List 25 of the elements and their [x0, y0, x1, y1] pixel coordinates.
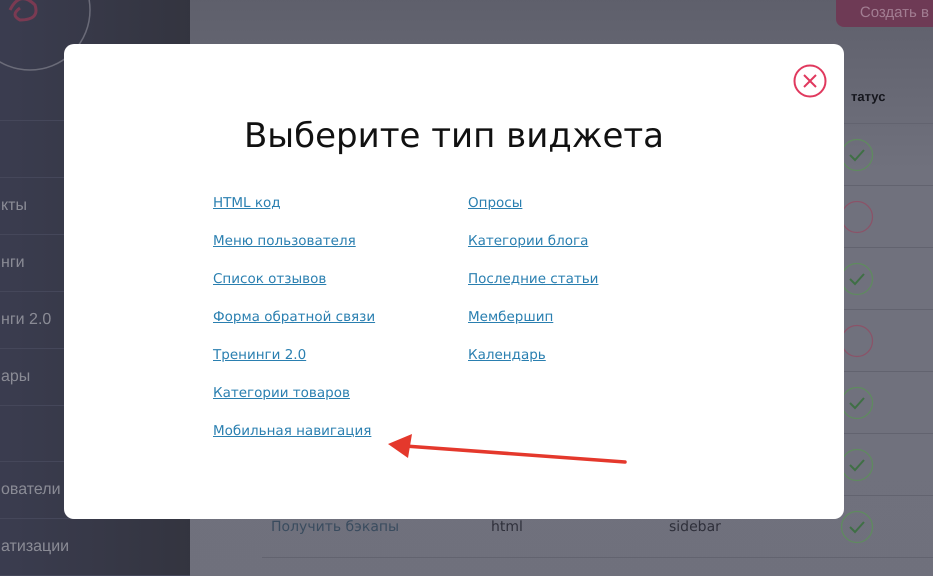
sidebar-item[interactable]: ователи: [1, 481, 61, 500]
widget-type-link[interactable]: Календарь: [468, 346, 546, 365]
sidebar-item[interactable]: нги: [1, 254, 25, 272]
dialog-title: Выберите тип виджета: [244, 116, 664, 156]
close-button[interactable]: [793, 64, 827, 98]
widget-type-link[interactable]: HTML код: [213, 194, 281, 213]
widget-type-link[interactable]: Мобильная навигация: [213, 422, 372, 441]
widget-type-link[interactable]: Список отзывов: [213, 270, 326, 289]
table-cell: sidebar: [669, 518, 721, 534]
widget-type-link[interactable]: Мембершип: [468, 308, 554, 327]
create-button[interactable]: Создать в: [836, 0, 933, 27]
table-cell: html: [491, 518, 523, 534]
sidebar-item[interactable]: кты: [1, 197, 28, 216]
widget-type-link[interactable]: Категории товаров: [213, 384, 350, 403]
sidebar-item[interactable]: ары: [1, 368, 30, 386]
widget-type-link[interactable]: Последние статьи: [468, 270, 598, 289]
sidebar-item[interactable]: атизации: [1, 538, 70, 556]
widget-type-link[interactable]: Опросы: [468, 194, 522, 213]
sidebar-item[interactable]: нги 2.0: [1, 310, 52, 329]
table-cell: Получить бэкапы: [271, 518, 400, 534]
column-header: татус: [851, 89, 886, 104]
widget-type-link[interactable]: Форма обратной связи: [213, 308, 376, 327]
widget-type-link[interactable]: Тренинги 2.0: [213, 346, 306, 365]
widget-type-link[interactable]: Меню пользователя: [213, 232, 356, 251]
widget-type-link[interactable]: Категории блога: [468, 232, 588, 251]
